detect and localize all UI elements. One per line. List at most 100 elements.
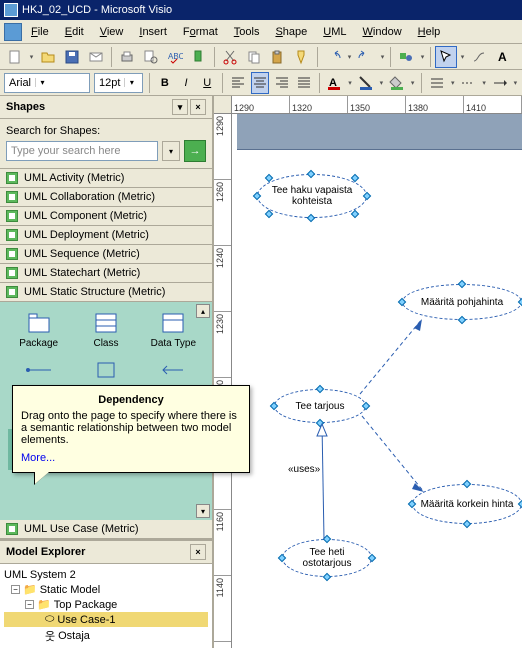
shapes-title: Shapes	[6, 101, 45, 113]
search-label: Search for Shapes:	[6, 125, 206, 137]
mail-button[interactable]	[85, 46, 107, 68]
preview-button[interactable]	[140, 46, 162, 68]
line-weight-button[interactable]	[428, 72, 446, 94]
font-color-button[interactable]: A	[325, 72, 343, 94]
tree-package[interactable]: − 📁 Top Package	[4, 597, 208, 612]
stencil-item[interactable]: UML Sequence (Metric)	[0, 245, 212, 264]
format-painter-button[interactable]	[291, 46, 313, 68]
stencil-usecase[interactable]: UML Use Case (Metric)	[0, 520, 212, 539]
align-right-button[interactable]	[273, 72, 291, 94]
font-name-combo[interactable]: Arial▾	[4, 73, 90, 93]
underline-button[interactable]: U	[199, 72, 216, 94]
copy-button[interactable]	[243, 46, 265, 68]
canvas[interactable]: Tee haku vapaista kohteista Määritä pohj…	[232, 114, 522, 648]
line-color-button[interactable]	[357, 72, 375, 94]
stencil-item[interactable]: UML Deployment (Metric)	[0, 226, 212, 245]
shape-item[interactable]	[8, 357, 69, 387]
tree-usecase[interactable]: ⬭ Use Case-1	[4, 612, 208, 627]
menu-insert[interactable]: Insert	[132, 23, 174, 41]
scroll-up-button[interactable]: ▴	[196, 304, 210, 318]
tooltip-body: Drag onto the page to specify where ther…	[21, 410, 241, 446]
title-bar: HKJ_02_UCD - Microsoft Visio	[0, 0, 522, 20]
spell-button[interactable]: ABC	[164, 46, 186, 68]
italic-button[interactable]: I	[177, 72, 194, 94]
menu-uml[interactable]: UML	[316, 23, 353, 41]
explorer-header: Model Explorer ×	[0, 541, 212, 564]
stencil-item[interactable]: UML Static Structure (Metric)	[0, 283, 212, 302]
shape-item[interactable]: Class	[75, 310, 136, 351]
doc-icon	[4, 23, 22, 41]
menu-format[interactable]: Format	[176, 23, 225, 41]
menu-shape[interactable]: Shape	[268, 23, 314, 41]
connector-button[interactable]	[468, 46, 490, 68]
menu-file[interactable]: File	[24, 23, 56, 41]
tree-root[interactable]: UML System 2	[4, 568, 208, 582]
cut-button[interactable]	[219, 46, 241, 68]
menu-help[interactable]: Help	[411, 23, 448, 41]
stencil-item[interactable]: UML Component (Metric)	[0, 207, 212, 226]
menu-view[interactable]: View	[93, 23, 131, 41]
shape-item[interactable]: Package	[8, 310, 69, 351]
left-panel: Shapes ▾ × Search for Shapes: Type your …	[0, 96, 214, 648]
align-center-button[interactable]	[251, 72, 269, 94]
usecase-node[interactable]: Tee heti ostotarjous	[282, 539, 372, 577]
pointer-button[interactable]	[435, 46, 457, 68]
undo-button[interactable]	[322, 46, 344, 68]
tree-static[interactable]: − 📁 Static Model	[4, 582, 208, 597]
node-label: Tee tarjous	[296, 401, 345, 412]
line-ends-button[interactable]	[491, 72, 509, 94]
shapes-header: Shapes ▾ ×	[0, 96, 212, 119]
panel-menu-button[interactable]: ▾	[172, 99, 188, 115]
shape-search: Search for Shapes: Type your search here…	[0, 119, 212, 168]
tooltip-more-link[interactable]: More...	[21, 452, 241, 464]
redo-button[interactable]	[355, 46, 377, 68]
model-explorer: Model Explorer × UML System 2 − 📁 Static…	[0, 539, 212, 648]
svg-text:ABC: ABC	[168, 52, 183, 61]
shapes-button[interactable]	[395, 46, 417, 68]
align-justify-button[interactable]	[295, 72, 313, 94]
ruler-vertical: 12901260124012301200118011601140	[214, 114, 232, 648]
app-icon	[4, 3, 18, 17]
usecase-node[interactable]: Tee haku vapaista kohteista	[257, 174, 367, 218]
search-dropdown[interactable]: ▾	[162, 141, 180, 161]
shape-item[interactable]: Data Type	[143, 310, 204, 351]
usecase-node[interactable]: Määritä korkein hinta	[412, 484, 522, 524]
window-title: HKJ_02_UCD - Microsoft Visio	[22, 4, 172, 16]
paste-button[interactable]	[267, 46, 289, 68]
print-button[interactable]	[116, 46, 138, 68]
shape-item[interactable]	[143, 357, 204, 387]
new-button[interactable]	[4, 46, 26, 68]
panel-close-button[interactable]: ×	[190, 99, 206, 115]
open-button[interactable]	[37, 46, 59, 68]
usecase-node[interactable]: Määritä pohjahinta	[402, 284, 522, 320]
tooltip: Dependency Drag onto the page to specify…	[12, 385, 250, 473]
drawing-area[interactable]: 12901320135013801410 1290126012401230120…	[214, 96, 522, 648]
tree-actor[interactable]: 웃 Ostaja	[4, 627, 208, 645]
search-go-button[interactable]: →	[184, 140, 206, 162]
research-button[interactable]	[188, 46, 210, 68]
text-button[interactable]: A	[492, 46, 514, 68]
menu-window[interactable]: Window	[356, 23, 409, 41]
usecase-node[interactable]: Tee tarjous	[274, 389, 366, 423]
shape-item[interactable]	[75, 357, 136, 387]
scroll-down-button[interactable]: ▾	[196, 504, 210, 518]
save-button[interactable]	[61, 46, 83, 68]
font-size-combo[interactable]: 12pt▾	[94, 73, 143, 93]
align-left-button[interactable]	[229, 72, 247, 94]
explorer-tree[interactable]: UML System 2 − 📁 Static Model − 📁 Top Pa…	[0, 564, 212, 648]
explorer-title: Model Explorer	[6, 546, 85, 558]
menu-edit[interactable]: Edit	[58, 23, 91, 41]
stencil-item[interactable]: UML Statechart (Metric)	[0, 264, 212, 283]
stencil-item[interactable]: UML Collaboration (Metric)	[0, 188, 212, 207]
node-label: Määritä pohjahinta	[421, 297, 503, 308]
stencil-item[interactable]: UML Activity (Metric)	[0, 169, 212, 188]
menu-tools[interactable]: Tools	[227, 23, 267, 41]
search-input[interactable]: Type your search here	[6, 141, 158, 161]
explorer-close-button[interactable]: ×	[190, 544, 206, 560]
stencil-list: UML Activity (Metric)UML Collaboration (…	[0, 168, 212, 302]
fill-color-button[interactable]	[388, 72, 406, 94]
bold-button[interactable]: B	[156, 72, 173, 94]
svg-text:A: A	[498, 50, 507, 64]
line-pattern-button[interactable]	[459, 72, 477, 94]
node-label: Tee haku vapaista kohteista	[260, 185, 364, 207]
